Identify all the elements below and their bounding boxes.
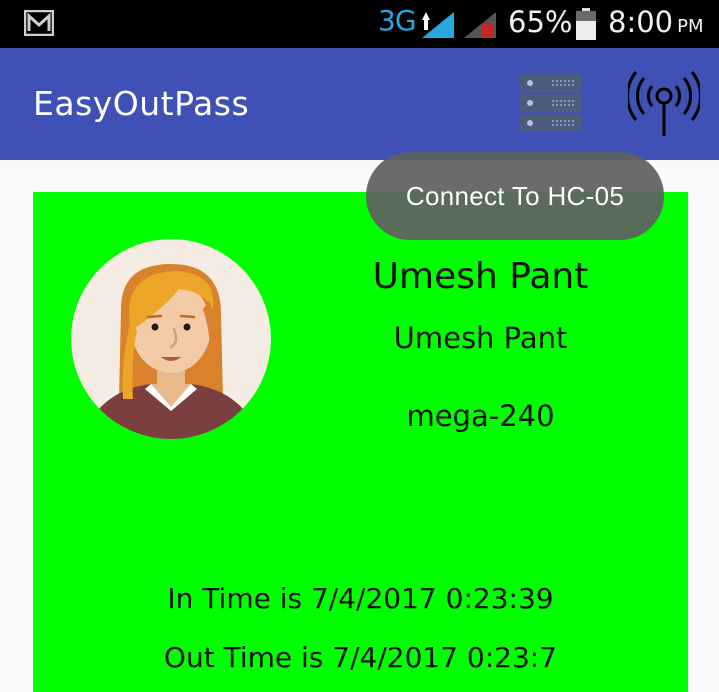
- antenna-icon[interactable]: [628, 68, 700, 140]
- battery-percent: 65%: [508, 5, 573, 39]
- server-icon[interactable]: [516, 70, 586, 136]
- app-title: EasyOutPass: [33, 84, 250, 123]
- app-bar: EasyOutPass: [0, 48, 719, 160]
- clock: 8:00 PM: [608, 5, 704, 39]
- signal-icon: [422, 12, 454, 38]
- device-id: mega-240: [406, 399, 555, 433]
- gmail-icon: [24, 10, 54, 36]
- pass-card: Umesh Pant Umesh Pant mega-240 In Time i…: [33, 192, 688, 692]
- signal-no-sim-icon: [464, 12, 496, 38]
- in-time: In Time is 7/4/2017 0:23:39: [167, 582, 554, 615]
- status-bar: 3G 65% 8:00 PM: [0, 0, 719, 48]
- student-subtitle: Umesh Pant: [393, 321, 568, 355]
- out-time: Out Time is 7/4/2017 0:23:7: [163, 641, 558, 674]
- female-avatar-icon: [71, 239, 271, 439]
- toast-message: Connect To HC-05: [366, 152, 664, 240]
- student-name: Umesh Pant: [372, 256, 589, 297]
- battery-icon: [576, 8, 596, 40]
- clock-time: 8:00: [608, 5, 674, 39]
- network-type: 3G: [378, 4, 417, 37]
- clock-suffix: PM: [677, 16, 704, 37]
